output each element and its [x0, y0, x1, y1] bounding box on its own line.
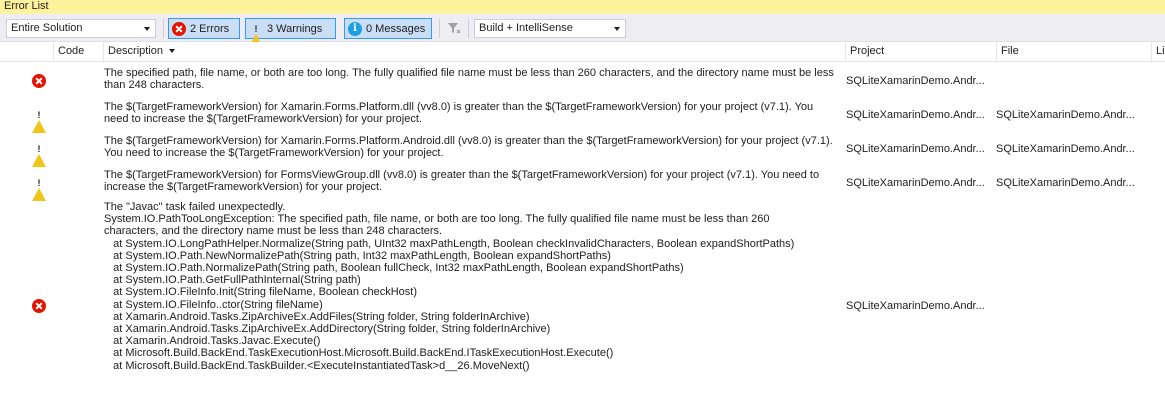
column-code-label: Code — [58, 45, 85, 57]
description-line: at Microsoft.Build.BackEnd.TaskBuilder.<… — [104, 359, 530, 372]
error-list-toolbar: Entire Solution 2 Errors ! 3 Warnings i … — [0, 14, 1165, 47]
filter-icon[interactable] — [446, 20, 462, 36]
description-line: The "Javac" task failed unexpectedly. — [104, 201, 286, 213]
toolbar-separator — [468, 19, 469, 38]
description-line: at Xamarin.Android.Tasks.ZipArchiveEx.Ad… — [104, 310, 530, 323]
column-description-label: Description — [108, 45, 164, 57]
column-file-label: File — [1001, 45, 1019, 57]
row-file: SQLiteXamarinDemo.Andr... — [996, 177, 1135, 189]
column-severity[interactable] — [0, 42, 53, 62]
description-line: at System.IO.Path.NewNormalizePath(Strin… — [104, 249, 611, 262]
scope-dropdown[interactable]: Entire Solution — [6, 19, 156, 38]
row-project: SQLiteXamarinDemo.Andr... — [846, 177, 985, 189]
row-file: SQLiteXamarinDemo.Andr... — [996, 109, 1135, 121]
description-line: at System.IO.Path.GetFullPathInternal(St… — [104, 274, 361, 287]
description-line: at Xamarin.Android.Tasks.ZipArchiveEx.Ad… — [104, 323, 551, 336]
info-icon: i — [348, 21, 362, 36]
row-project: SQLiteXamarinDemo.Andr... — [846, 109, 985, 121]
messages-toggle-button[interactable]: i 0 Messages — [344, 18, 432, 39]
error-list-title: Error List — [0, 0, 1165, 14]
column-code[interactable]: Code — [53, 42, 103, 62]
build-source-value: Build + IntelliSense — [479, 22, 573, 34]
column-project[interactable]: Project — [845, 42, 996, 62]
description-line: at System.IO.Path.NormalizePath(String p… — [104, 262, 684, 275]
table-row[interactable]: ! The $(TargetFrameworkVersion) for Xama… — [0, 100, 1165, 133]
table-row[interactable]: The specified path, file name, or both a… — [0, 66, 1165, 96]
warnings-toggle-button[interactable]: ! 3 Warnings — [245, 18, 336, 47]
table-row[interactable]: ! The $(TargetFrameworkVersion) for Form… — [0, 168, 1165, 201]
column-project-label: Project — [850, 45, 885, 57]
row-project: SQLiteXamarinDemo.Andr... — [846, 75, 985, 87]
error-icon — [172, 21, 186, 36]
sort-descending-icon — [169, 49, 176, 54]
row-description: The specified path, file name, or both a… — [104, 67, 837, 92]
row-project: SQLiteXamarinDemo.Andr... — [846, 300, 985, 312]
table-row[interactable]: ! The $(TargetFrameworkVersion) for Xama… — [0, 134, 1165, 167]
errors-toggle-label: 2 Errors — [190, 22, 230, 35]
column-line[interactable]: Lin — [1151, 42, 1165, 62]
errors-toggle-button[interactable]: 2 Errors — [168, 18, 240, 39]
description-line: at System.IO.FileInfo.Init(String fileNa… — [104, 286, 418, 299]
warnings-toggle-label: 3 Warnings — [267, 22, 323, 35]
warning-icon: ! — [249, 22, 263, 47]
error-icon — [32, 74, 46, 88]
table-row[interactable]: The "Javac" task failed unexpectedly. Sy… — [0, 201, 1165, 413]
warning-icon: ! — [32, 176, 46, 201]
row-description: The "Javac" task failed unexpectedly. Sy… — [104, 201, 839, 372]
toolbar-separator — [163, 19, 164, 38]
chevron-down-icon — [141, 20, 153, 37]
description-line: characters, and the directory name must … — [104, 225, 443, 238]
row-description: The $(TargetFrameworkVersion) for FormsV… — [104, 169, 823, 194]
column-header-row: Code Description Project File Lin — [0, 42, 1165, 62]
row-file: SQLiteXamarinDemo.Andr... — [996, 143, 1135, 155]
row-project: SQLiteXamarinDemo.Andr... — [846, 143, 985, 155]
chevron-down-icon — [611, 20, 623, 37]
description-line: at System.IO.LongPathHelper.Normalize(St… — [104, 237, 795, 250]
error-icon — [32, 299, 46, 313]
warning-icon: ! — [32, 108, 46, 133]
row-description: The $(TargetFrameworkVersion) for Xamari… — [104, 135, 836, 160]
warning-icon: ! — [32, 142, 46, 167]
build-source-dropdown[interactable]: Build + IntelliSense — [474, 19, 626, 38]
description-line: at Microsoft.Build.BackEnd.TaskExecution… — [104, 347, 614, 360]
description-line: at Xamarin.Android.Tasks.Javac.Execute() — [104, 335, 321, 348]
scope-dropdown-value: Entire Solution — [11, 22, 83, 34]
row-description: The $(TargetFrameworkVersion) for Xamari… — [104, 101, 817, 126]
toolbar-separator — [439, 19, 440, 38]
messages-toggle-label: 0 Messages — [366, 22, 426, 35]
column-description[interactable]: Description — [103, 42, 845, 62]
column-line-label: Lin — [1156, 45, 1165, 57]
column-file[interactable]: File — [996, 42, 1151, 62]
description-line: at System.IO.FileInfo..ctor(String fileN… — [104, 298, 323, 311]
description-line: System.IO.PathTooLongException: The spec… — [104, 213, 770, 226]
